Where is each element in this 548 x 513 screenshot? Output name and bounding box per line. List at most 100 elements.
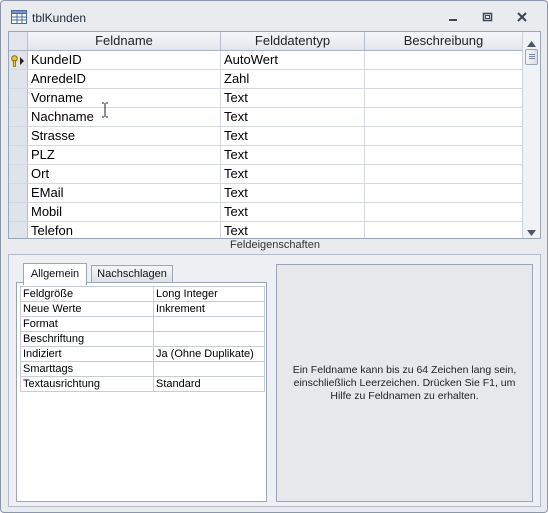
tab-lookup[interactable]: Nachschlagen (91, 265, 173, 283)
column-header-fieldname[interactable]: Feldname (28, 32, 221, 50)
table-row[interactable]: Ort Text (9, 165, 523, 184)
field-type-cell[interactable]: Text (221, 203, 365, 221)
close-button[interactable] (511, 8, 533, 26)
property-row[interactable]: Neue Werte Inkrement (21, 302, 265, 317)
field-name-cell[interactable]: Mobil (28, 203, 221, 221)
row-selector[interactable] (9, 203, 28, 221)
field-name-cell[interactable]: KundeID (28, 51, 221, 69)
property-row[interactable]: Feldgröße Long Integer (21, 287, 265, 302)
field-type-cell[interactable]: Text (221, 146, 365, 164)
field-type-cell[interactable]: Text (221, 222, 365, 238)
row-selector[interactable] (9, 184, 28, 202)
property-row[interactable]: Format (21, 317, 265, 332)
field-type-cell[interactable]: Text (221, 165, 365, 183)
field-type-cell[interactable]: Text (221, 127, 365, 145)
property-name: Format (21, 317, 154, 331)
vertical-scrollbar[interactable] (522, 32, 540, 238)
field-type-cell[interactable]: Text (221, 184, 365, 202)
field-type-cell[interactable]: Text (221, 89, 365, 107)
restore-button[interactable] (476, 8, 498, 26)
table-row[interactable]: Vorname Text (9, 89, 523, 108)
table-design-window: tblKunden Feldname Felddatentyp Beschrei… (0, 0, 548, 513)
table-row[interactable]: Nachname Text (9, 108, 523, 127)
properties-table: Feldgröße Long Integer Neue Werte Inkrem… (20, 286, 265, 392)
field-description-cell[interactable] (365, 127, 523, 145)
property-value[interactable] (154, 362, 265, 376)
field-description-cell[interactable] (365, 165, 523, 183)
table-row[interactable]: Mobil Text (9, 203, 523, 222)
property-name: Textausrichtung (21, 377, 154, 391)
tab-general[interactable]: Allgemein (23, 263, 87, 285)
field-description-cell[interactable] (365, 146, 523, 164)
property-row[interactable]: Smarttags (21, 362, 265, 377)
property-name: Smarttags (21, 362, 154, 376)
row-selector[interactable] (9, 51, 28, 69)
row-selector[interactable] (9, 108, 28, 126)
field-description-cell[interactable] (365, 184, 523, 202)
field-name-cell[interactable]: Strasse (28, 127, 221, 145)
property-value[interactable]: Long Integer (154, 287, 265, 301)
column-header-description[interactable]: Beschreibung (365, 32, 523, 50)
property-value[interactable]: Ja (Ohne Duplikate) (154, 347, 265, 361)
table-row[interactable]: Strasse Text (9, 127, 523, 146)
field-name-cell[interactable]: Telefon (28, 222, 221, 238)
row-selector[interactable] (9, 146, 28, 164)
select-all-cell[interactable] (9, 32, 28, 50)
scroll-down-icon[interactable] (526, 225, 537, 236)
field-properties-label: Feldeigenschaften (230, 239, 320, 251)
row-selector[interactable] (9, 70, 28, 88)
scroll-up-icon[interactable] (526, 36, 537, 47)
table-row[interactable]: Telefon Text (9, 222, 523, 238)
property-name: Feldgröße (21, 287, 154, 301)
table-icon (11, 10, 27, 24)
help-text: Ein Feldname kann bis zu 64 Zeichen lang… (292, 363, 517, 402)
field-rows: KundeID AutoWert AnredeID Zahl Vorname T… (9, 51, 523, 238)
field-description-cell[interactable] (365, 108, 523, 126)
field-type-cell[interactable]: AutoWert (221, 51, 365, 69)
table-row[interactable]: PLZ Text (9, 146, 523, 165)
close-icon (517, 12, 527, 22)
table-row[interactable]: AnredeID Zahl (9, 70, 523, 89)
row-selector[interactable] (9, 127, 28, 145)
field-description-cell[interactable] (365, 51, 523, 69)
property-value[interactable] (154, 317, 265, 331)
window-title: tblKunden (32, 11, 87, 25)
field-name-cell[interactable]: EMail (28, 184, 221, 202)
field-name-cell[interactable]: PLZ (28, 146, 221, 164)
column-header-datatype[interactable]: Felddatentyp (221, 32, 365, 50)
row-selector[interactable] (9, 222, 28, 238)
restore-icon (482, 12, 493, 22)
field-grid: Feldname Felddatentyp Beschreibung Kunde… (8, 31, 541, 239)
table-row[interactable]: KundeID AutoWert (9, 51, 523, 70)
property-row[interactable]: Beschriftung (21, 332, 265, 347)
field-properties-pane: Allgemein Nachschlagen Feldgröße Long In… (8, 254, 541, 507)
field-description-cell[interactable] (365, 203, 523, 221)
properties-sheet: Feldgröße Long Integer Neue Werte Inkrem… (16, 282, 267, 502)
text-cursor-icon (101, 102, 109, 123)
property-name: Beschriftung (21, 332, 154, 346)
row-selector[interactable] (9, 165, 28, 183)
field-name-cell[interactable]: AnredeID (28, 70, 221, 88)
property-row[interactable]: Textausrichtung Standard (21, 377, 265, 392)
property-row[interactable]: Indiziert Ja (Ohne Duplikate) (21, 347, 265, 362)
property-value[interactable]: Standard (154, 377, 265, 391)
grid-header: Feldname Felddatentyp Beschreibung (9, 32, 523, 51)
row-selector[interactable] (9, 89, 28, 107)
field-name-cell[interactable]: Ort (28, 165, 221, 183)
property-value[interactable] (154, 332, 265, 346)
property-value[interactable]: Inkrement (154, 302, 265, 316)
minimize-icon (448, 12, 458, 22)
field-name-cell[interactable]: Vorname (28, 89, 221, 107)
scrollbar-thumb[interactable] (525, 49, 538, 65)
field-description-cell[interactable] (365, 222, 523, 238)
field-name-cell[interactable]: Nachname (28, 108, 221, 126)
field-type-cell[interactable]: Zahl (221, 70, 365, 88)
field-description-cell[interactable] (365, 70, 523, 88)
property-name: Indiziert (21, 347, 154, 361)
field-type-cell[interactable]: Text (221, 108, 365, 126)
field-description-cell[interactable] (365, 89, 523, 107)
minimize-button[interactable] (442, 8, 464, 26)
table-row[interactable]: EMail Text (9, 184, 523, 203)
title-bar[interactable]: tblKunden (1, 1, 547, 31)
help-panel: Ein Feldname kann bis zu 64 Zeichen lang… (276, 264, 533, 502)
